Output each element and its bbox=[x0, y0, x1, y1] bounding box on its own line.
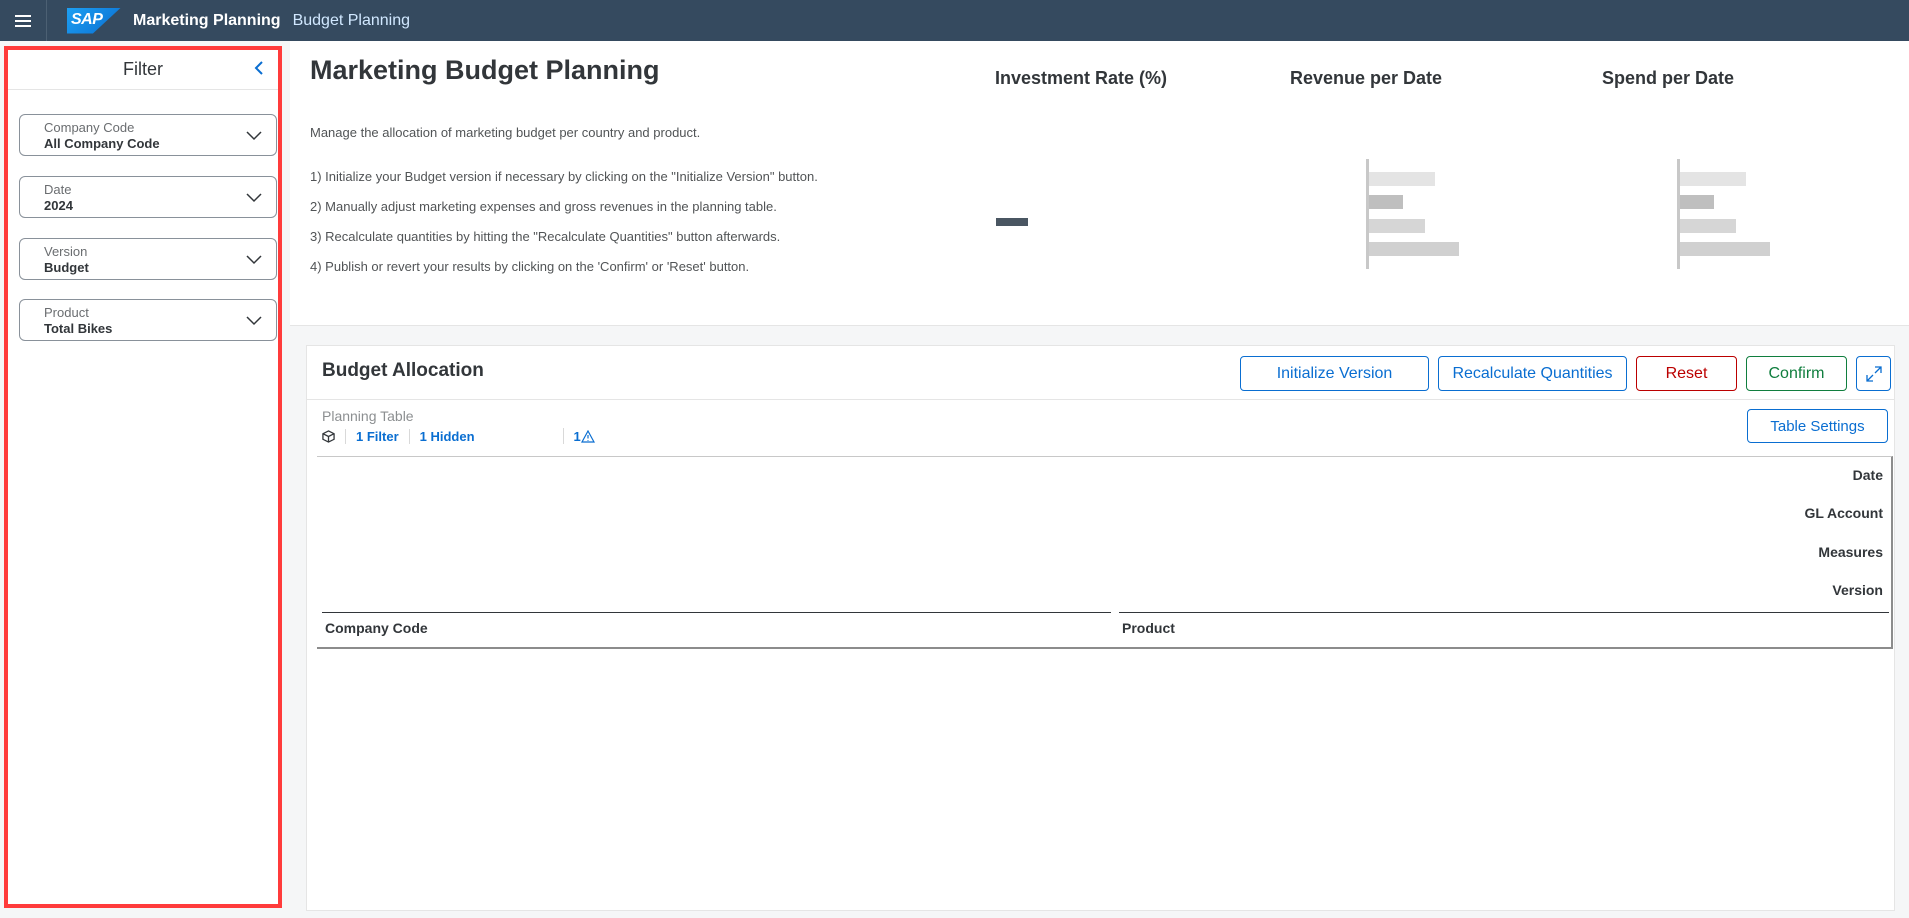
filter-value: 2024 bbox=[44, 198, 73, 213]
chevron-down-icon[interactable] bbox=[246, 314, 262, 326]
panel-title: Budget Allocation bbox=[322, 360, 484, 381]
column-header-product[interactable]: Product bbox=[1122, 620, 1175, 636]
column-header-company-code[interactable]: Company Code bbox=[325, 620, 428, 636]
placeholder-bar bbox=[1680, 219, 1736, 233]
filter-label: Company Code bbox=[44, 120, 135, 135]
instruction-step: 1) Initialize your Budget version if nec… bbox=[310, 169, 818, 184]
divider bbox=[307, 399, 1894, 400]
filter-label: Date bbox=[44, 182, 72, 197]
placeholder-bar bbox=[1369, 172, 1435, 186]
row-dimension-version: Version bbox=[1832, 582, 1883, 598]
placeholder-bar bbox=[1680, 172, 1746, 186]
hamburger-menu-icon[interactable] bbox=[0, 0, 47, 41]
toolbar-spacer bbox=[484, 428, 564, 444]
row-dimension-gl-account: GL Account bbox=[1804, 505, 1883, 521]
app-title: Marketing Planning bbox=[133, 11, 281, 29]
warning-indicator[interactable]: 1 bbox=[564, 429, 595, 444]
filter-label: Product bbox=[44, 305, 89, 320]
warning-count: 1 bbox=[573, 428, 581, 444]
shell-bar: SAP Marketing Planning Budget Planning bbox=[0, 0, 1909, 41]
chevron-down-icon[interactable] bbox=[246, 253, 262, 265]
kpi-title-investment-rate: Investment Rate (%) bbox=[995, 68, 1168, 88]
budget-allocation-panel: Budget Allocation Initialize Version Rec… bbox=[306, 345, 1895, 911]
filter-value: Budget bbox=[44, 260, 89, 275]
planning-table[interactable]: Date GL Account Measures Version Company… bbox=[317, 456, 1893, 649]
kpi-empty-value bbox=[996, 218, 1028, 226]
column-divider bbox=[1119, 612, 1889, 613]
table-toolbar: 1 Filter 1 Hidden 1 bbox=[322, 428, 595, 444]
recalculate-quantities-button[interactable]: Recalculate Quantities bbox=[1438, 356, 1627, 391]
page-subtitle: Budget Planning bbox=[292, 11, 411, 29]
expand-icon[interactable] bbox=[1856, 356, 1891, 391]
chevron-left-icon[interactable] bbox=[250, 59, 268, 77]
initialize-version-button[interactable]: Initialize Version bbox=[1240, 356, 1429, 391]
placeholder-bar bbox=[1369, 242, 1459, 256]
company-code-filter[interactable]: Company Code All Company Code bbox=[19, 114, 277, 156]
product-filter[interactable]: Product Total Bikes bbox=[19, 299, 277, 341]
chevron-down-icon[interactable] bbox=[246, 129, 262, 141]
filter-panel: Filter Company Code All Company Code Dat… bbox=[4, 46, 282, 908]
hidden-link[interactable]: 1 Hidden bbox=[408, 428, 485, 444]
warning-icon bbox=[580, 429, 595, 443]
table-settings-button[interactable]: Table Settings bbox=[1747, 409, 1888, 443]
kpi-title-revenue: Revenue per Date bbox=[1290, 68, 1443, 88]
cube-icon[interactable] bbox=[322, 429, 345, 443]
filter-link[interactable]: 1 Filter bbox=[345, 428, 409, 444]
reset-button[interactable]: Reset bbox=[1636, 356, 1737, 391]
row-dimension-date: Date bbox=[1852, 467, 1883, 483]
chevron-down-icon[interactable] bbox=[246, 191, 262, 203]
instruction-step: 2) Manually adjust marketing expenses an… bbox=[310, 199, 777, 214]
intro-text: Manage the allocation of marketing budge… bbox=[310, 125, 701, 140]
version-filter[interactable]: Version Budget bbox=[19, 238, 277, 280]
filter-title: Filter bbox=[123, 59, 163, 79]
table-caption: Planning Table bbox=[322, 408, 414, 424]
filter-value: Total Bikes bbox=[44, 321, 113, 336]
page-title: Marketing Budget Planning bbox=[310, 55, 660, 85]
filter-value: All Company Code bbox=[44, 136, 160, 151]
instruction-step: 3) Recalculate quantities by hitting the… bbox=[310, 229, 781, 244]
instruction-step: 4) Publish or revert your results by cli… bbox=[310, 259, 750, 274]
filter-label: Version bbox=[44, 244, 88, 259]
date-filter[interactable]: Date 2024 bbox=[19, 176, 277, 218]
column-divider bbox=[322, 612, 1111, 613]
placeholder-bar bbox=[1369, 219, 1425, 233]
placeholder-bar bbox=[1680, 242, 1770, 256]
kpi-title-spend: Spend per Date bbox=[1602, 68, 1735, 88]
page-header: Marketing Budget Planning Manage the all… bbox=[290, 41, 1909, 326]
placeholder-bar bbox=[1369, 195, 1403, 209]
row-dimension-measures: Measures bbox=[1818, 544, 1883, 560]
sap-logo[interactable]: SAP bbox=[67, 7, 121, 34]
filter-header: Filter bbox=[8, 50, 278, 90]
placeholder-bar bbox=[1680, 195, 1714, 209]
confirm-button[interactable]: Confirm bbox=[1746, 356, 1847, 391]
